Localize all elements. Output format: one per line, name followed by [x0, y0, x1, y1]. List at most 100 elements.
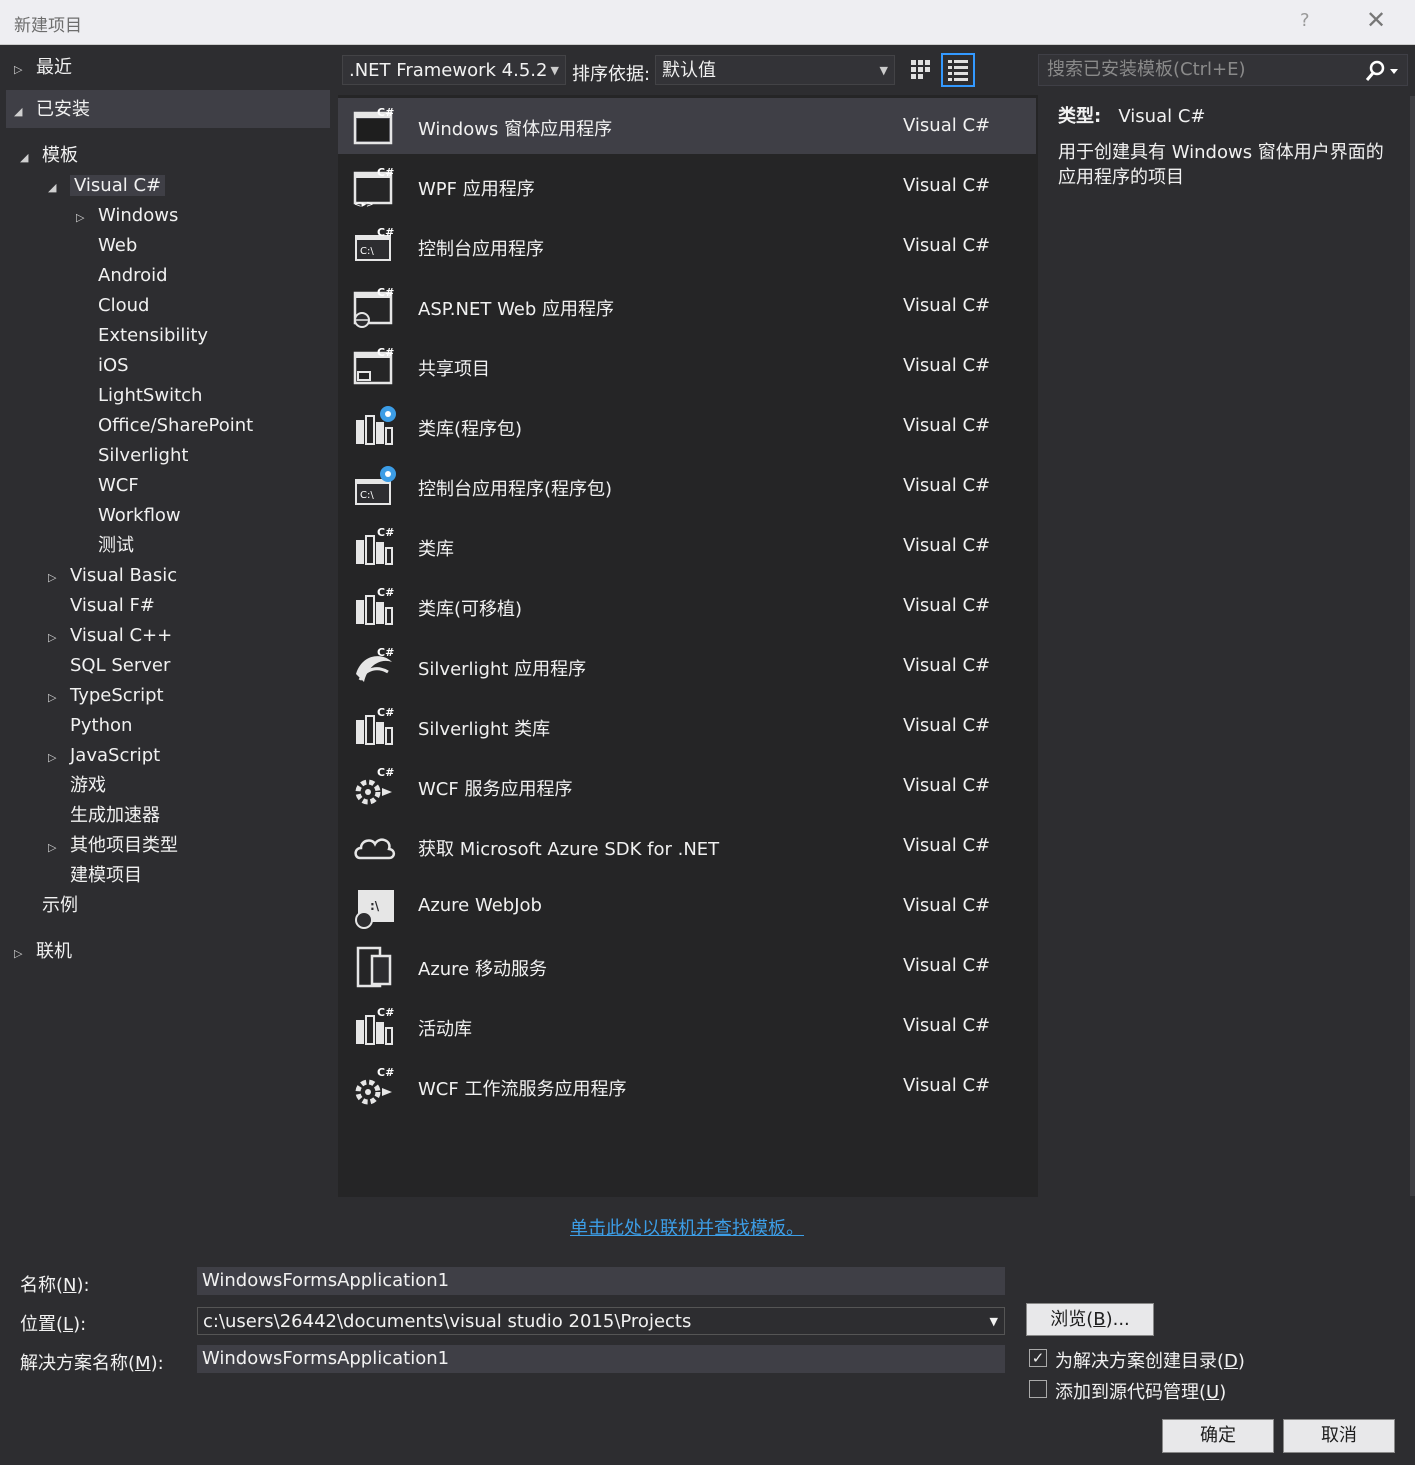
template-name: WCF 工作流服务应用程序	[418, 1079, 627, 1100]
tree-item-recent[interactable]: ▷ 最近	[14, 53, 72, 83]
template-name: WCF 服务应用程序	[418, 779, 573, 800]
template-row[interactable]: C:\ C# 控制台应用程序 Visual C#	[338, 218, 1036, 274]
tree-item-csharp-5[interactable]: iOS	[76, 351, 129, 381]
chevron-down-icon[interactable]: ▼	[990, 1308, 998, 1336]
collapsed-arrow-icon[interactable]: ▷	[48, 833, 64, 863]
tree-item-csharp-7[interactable]: Office/SharePoint	[76, 411, 253, 441]
template-row[interactable]: 获取 Microsoft Azure SDK for .NET Visual C#	[338, 818, 1036, 874]
details-scrollbar[interactable]	[1410, 96, 1415, 1196]
collapsed-arrow-icon[interactable]: ▷	[76, 203, 92, 233]
tree-item-csharp-6[interactable]: LightSwitch	[76, 381, 202, 411]
template-row[interactable]: C# Silverlight 类库 Visual C#	[338, 698, 1036, 754]
template-row[interactable]: C# 类库 Visual C#	[338, 518, 1036, 574]
tree-item-language-6[interactable]: ▷ JavaScript	[48, 741, 160, 771]
online-templates-link[interactable]: 单击此处以联机并查找模板。	[570, 1214, 804, 1240]
template-row[interactable]: C:\ 控制台应用程序(程序包) Visual C#	[338, 458, 1036, 514]
tree-item-language-10[interactable]: 建模项目	[48, 861, 142, 891]
activity-library-icon: C#	[352, 1004, 398, 1050]
tree-item-visual-csharp[interactable]: ◢ Visual C#	[48, 171, 166, 203]
close-button[interactable]: ✕	[1366, 6, 1386, 34]
tree-item-csharp-8[interactable]: Silverlight	[76, 441, 188, 471]
template-row[interactable]: Azure 移动服务 Visual C#	[338, 938, 1036, 994]
tree-item-csharp-9[interactable]: WCF	[76, 471, 139, 501]
location-value: c:\users\26442\documents\visual studio 2…	[203, 1311, 692, 1332]
details-type-value: Visual C#	[1118, 106, 1206, 127]
collapsed-arrow-icon[interactable]: ▷	[48, 563, 64, 593]
tree-item-language-8[interactable]: 生成加速器	[48, 801, 160, 831]
tree-item-label: 示例	[42, 895, 78, 916]
collapsed-arrow-icon[interactable]: ▷	[48, 623, 64, 653]
create-directory-label[interactable]: 为解决方案创建目录(D)	[1055, 1347, 1245, 1373]
tree-item-label: 最近	[36, 57, 72, 78]
template-language: Visual C#	[903, 595, 991, 616]
tree-item-language-2[interactable]: ▷ Visual C++	[48, 621, 172, 651]
template-row[interactable]: C# 类库(可移植) Visual C#	[338, 578, 1036, 634]
collapsed-arrow-icon[interactable]: ▷	[48, 743, 64, 773]
cancel-button[interactable]: 取消	[1283, 1419, 1395, 1453]
template-language: Visual C#	[903, 475, 991, 496]
template-row[interactable]: C# Windows 窗体应用程序 Visual C#	[338, 98, 1036, 154]
tree-item-installed[interactable]: ◢ 已安装	[14, 95, 90, 125]
location-input[interactable]: c:\users\26442\documents\visual studio 2…	[197, 1307, 1005, 1335]
framework-select[interactable]: .NET Framework 4.5.2 ▼	[342, 55, 566, 85]
tree-item-samples[interactable]: 示例	[20, 891, 78, 921]
tree-item-csharp-0[interactable]: ▷ Windows	[76, 201, 178, 231]
template-name: Azure WebJob	[418, 895, 542, 916]
expanded-arrow-icon[interactable]: ◢	[20, 143, 36, 173]
template-row[interactable]: C# 共享项目 Visual C#	[338, 338, 1036, 394]
template-name: WPF 应用程序	[418, 179, 535, 200]
expanded-arrow-icon[interactable]: ◢	[14, 97, 30, 127]
template-name: 类库(可移植)	[418, 599, 523, 620]
tree-item-csharp-11[interactable]: 测试	[76, 531, 134, 561]
template-row[interactable]: C# ASP.NET Web 应用程序 Visual C#	[338, 278, 1036, 334]
template-language: Visual C#	[903, 115, 991, 136]
svg-text:C:\: C:\	[360, 490, 374, 501]
collapsed-arrow-icon[interactable]: ▷	[48, 683, 64, 713]
tree-item-online[interactable]: ▷ 联机	[14, 937, 72, 967]
tree-item-csharp-2[interactable]: Android	[76, 261, 168, 291]
template-name: 共享项目	[418, 359, 490, 380]
ok-button[interactable]: 确定	[1162, 1419, 1274, 1453]
collapsed-arrow-icon[interactable]: ▷	[14, 939, 30, 969]
tree-item-csharp-4[interactable]: Extensibility	[76, 321, 208, 351]
silverlight-library-icon: C#	[352, 704, 398, 750]
tree-item-language-1[interactable]: Visual F#	[48, 591, 155, 621]
help-button[interactable]: ?	[1300, 10, 1310, 31]
template-row[interactable]: <▸> C# WPF 应用程序 Visual C#	[338, 158, 1036, 214]
source-control-checkbox[interactable]	[1029, 1380, 1047, 1398]
small-icons-view-button[interactable]	[904, 54, 936, 86]
template-row[interactable]: :\ Azure WebJob Visual C#	[338, 878, 1036, 934]
template-row[interactable]: C# WCF 工作流服务应用程序 Visual C#	[338, 1058, 1036, 1114]
browse-button[interactable]: 浏览(B)...	[1026, 1303, 1154, 1336]
template-search-input[interactable]: 搜索已安装模板(Ctrl+E)	[1038, 54, 1408, 86]
solution-name-input[interactable]: WindowsFormsApplication1	[197, 1345, 1005, 1373]
template-row[interactable]: C# 活动库 Visual C#	[338, 998, 1036, 1054]
template-row[interactable]: C# Silverlight 应用程序 Visual C#	[338, 638, 1036, 694]
tree-item-language-4[interactable]: ▷ TypeScript	[48, 681, 164, 711]
template-list[interactable]: C# Windows 窗体应用程序 Visual C# <▸> C# WPF 应用程序 Vi…	[338, 95, 1038, 1197]
template-name: Silverlight 应用程序	[418, 659, 587, 680]
tree-item-language-3[interactable]: SQL Server	[48, 651, 170, 681]
search-icon[interactable]	[1363, 59, 1403, 83]
sort-select[interactable]: 默认值 ▼	[655, 55, 895, 85]
tree-item-language-7[interactable]: 游戏	[48, 771, 106, 801]
template-row[interactable]: 类库(程序包) Visual C#	[338, 398, 1036, 454]
tree-item-language-0[interactable]: ▷ Visual Basic	[48, 561, 177, 591]
tree-item-language-5[interactable]: Python	[48, 711, 132, 741]
project-name-input[interactable]: WindowsFormsApplication1	[197, 1267, 1005, 1295]
tree-item-csharp-1[interactable]: Web	[76, 231, 137, 261]
tree-item-label: 已安装	[36, 99, 90, 120]
tree-item-csharp-10[interactable]: Workflow	[76, 501, 181, 531]
source-control-label[interactable]: 添加到源代码管理(U)	[1055, 1378, 1226, 1404]
template-row[interactable]: C# WCF 服务应用程序 Visual C#	[338, 758, 1036, 814]
tree-item-language-9[interactable]: ▷ 其他项目类型	[48, 831, 178, 861]
wcf-service-icon: C#	[352, 764, 398, 810]
svg-text:C#: C#	[377, 1066, 394, 1079]
tree-item-templates[interactable]: ◢ 模板	[20, 141, 78, 171]
expanded-arrow-icon[interactable]: ◢	[48, 173, 64, 203]
tree-item-csharp-3[interactable]: Cloud	[76, 291, 149, 321]
list-view-button[interactable]	[941, 53, 975, 87]
collapsed-arrow-icon[interactable]: ▷	[14, 55, 30, 85]
create-directory-checkbox[interactable]: ✓	[1029, 1349, 1047, 1367]
template-name: 获取 Microsoft Azure SDK for .NET	[418, 839, 720, 860]
